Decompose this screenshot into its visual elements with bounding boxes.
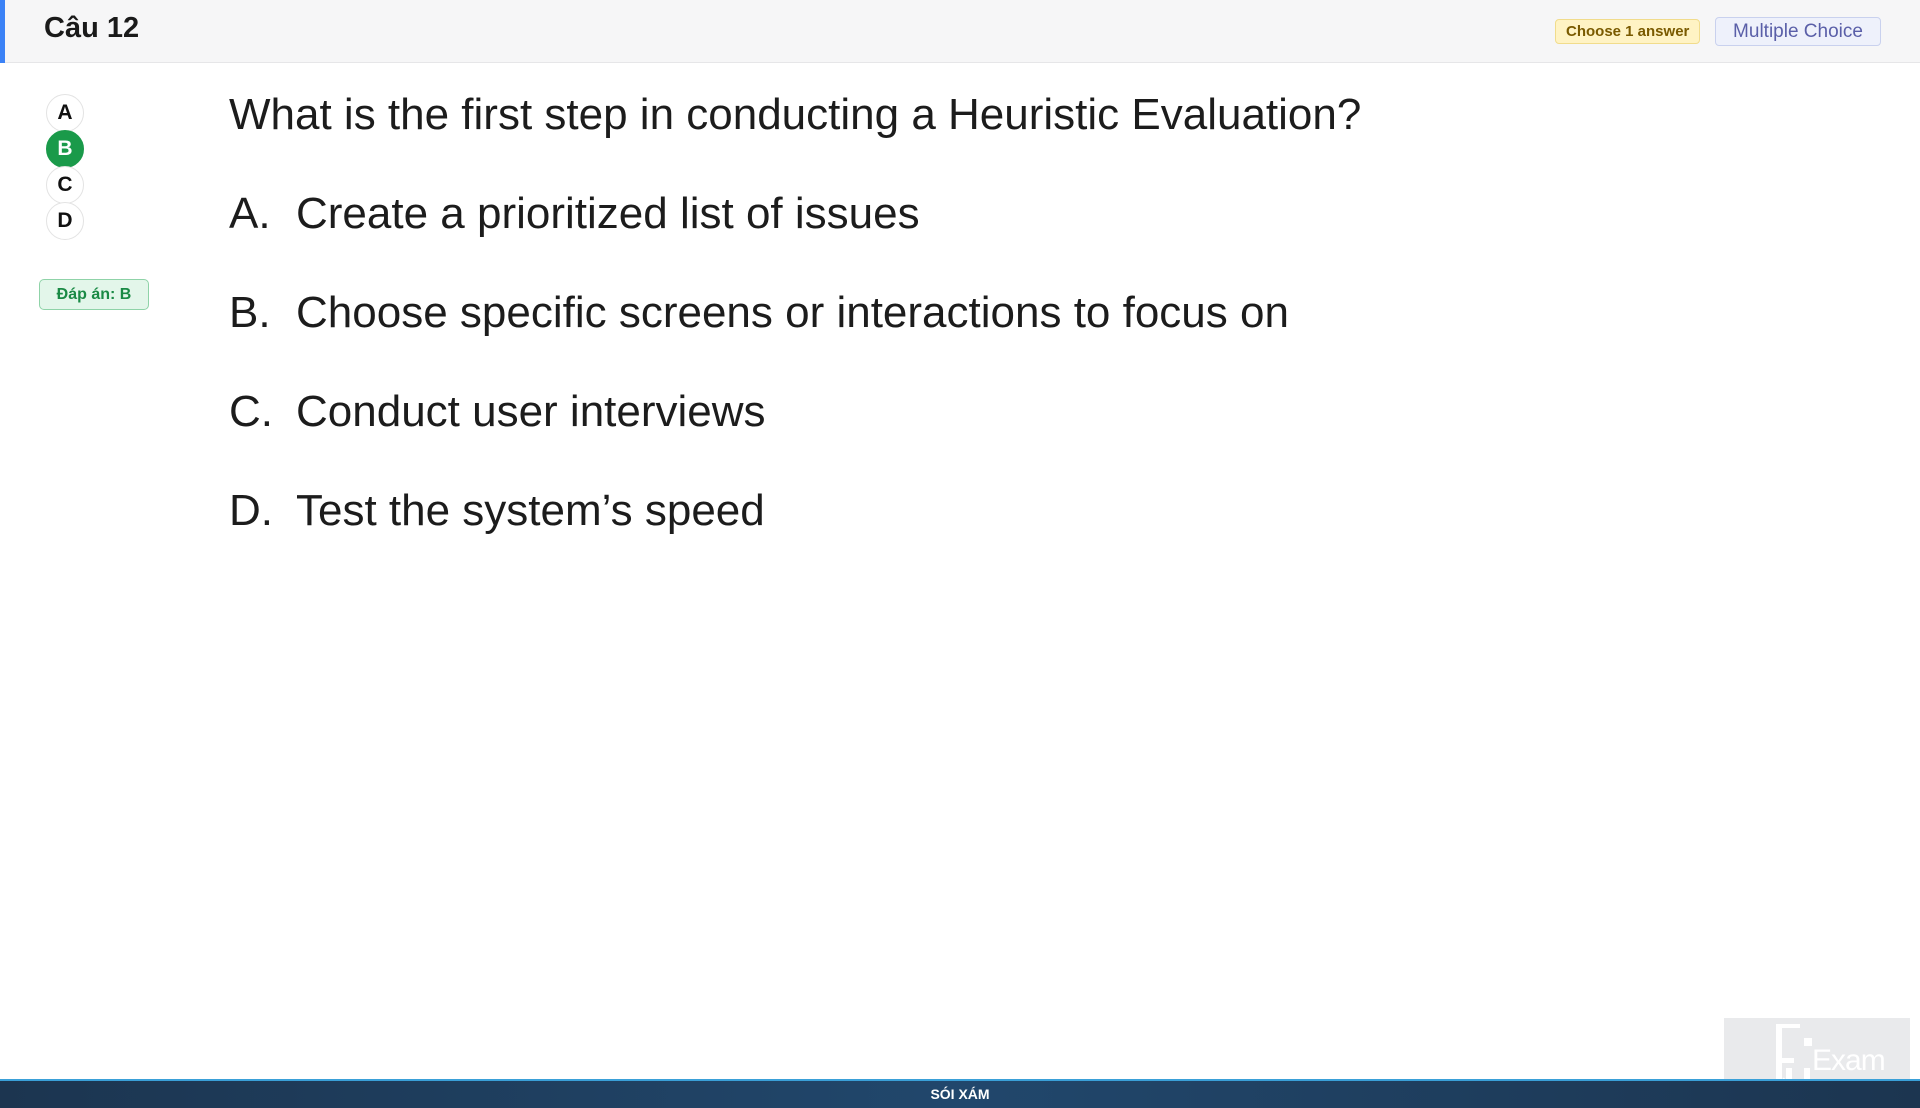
- option-d-button[interactable]: D: [46, 202, 84, 240]
- answer-key-badge: Đáp án: B: [39, 279, 149, 310]
- choice-c-letter: C.: [229, 387, 273, 436]
- question-number: Câu 12: [44, 12, 140, 44]
- question-header: Câu 12 Choose 1 answer Multiple Choice: [0, 0, 1920, 63]
- choice-b: B. Choose specific screens or interaction…: [229, 288, 1289, 338]
- choice-d: D. Test the system’s speed: [229, 486, 765, 536]
- choice-c: C. Conduct user interviews: [229, 387, 766, 437]
- footer-text: SÓI XÁM: [930, 1086, 990, 1102]
- answer-selector: A B C D Đáp án: B: [0, 63, 200, 663]
- choice-d-letter: D.: [229, 486, 273, 535]
- choice-d-text: Test the system’s speed: [296, 486, 765, 535]
- choice-b-text: Choose specific screens or interactions …: [296, 288, 1289, 337]
- footer-bar: SÓI XÁM: [0, 1079, 1920, 1108]
- choice-c-text: Conduct user interviews: [296, 387, 766, 436]
- choice-a-text: Create a prioritized list of issues: [296, 189, 920, 238]
- choice-b-letter: B.: [229, 288, 271, 337]
- choice-a-letter: A.: [229, 189, 271, 238]
- logo-text: Exam: [1812, 1044, 1886, 1077]
- page: Câu 12 Choose 1 answer Multiple Choice A…: [0, 0, 1920, 1108]
- option-c-button[interactable]: C: [46, 166, 84, 204]
- question-text: What is the first step in conducting a H…: [229, 90, 1362, 139]
- option-b-button[interactable]: B: [46, 130, 84, 168]
- question-type-badge: Multiple Choice: [1715, 17, 1881, 46]
- choose-count-badge: Choose 1 answer: [1555, 19, 1701, 44]
- choice-a: A. Create a prioritized list of issues: [229, 189, 920, 239]
- header-accent-bar: [0, 0, 5, 63]
- option-a-button[interactable]: A: [46, 94, 84, 132]
